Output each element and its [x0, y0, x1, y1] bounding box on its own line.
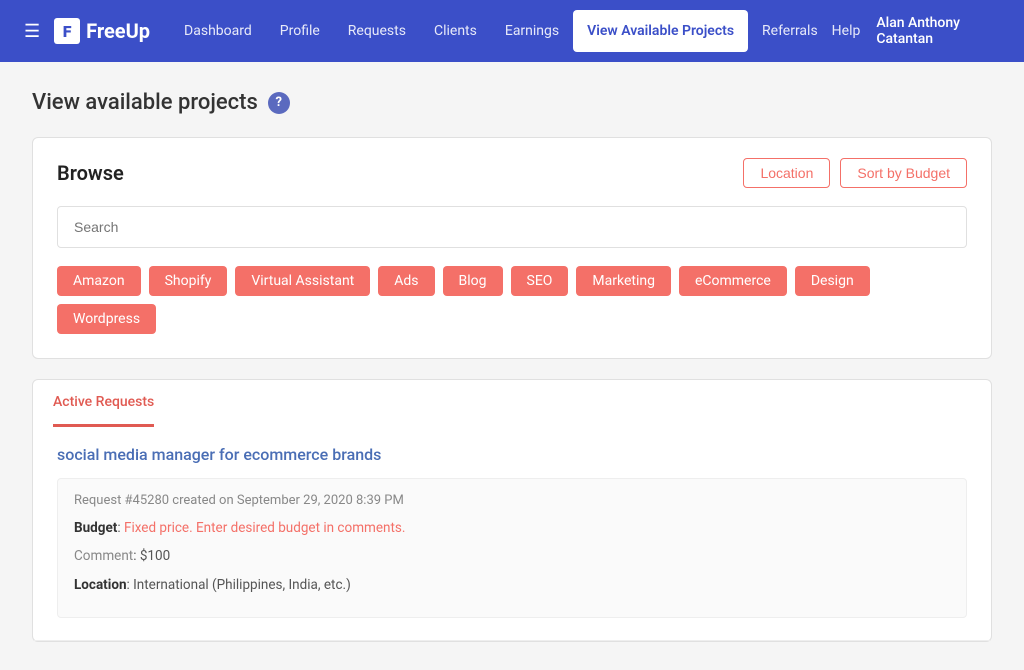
- user-name: Alan Anthony Catantan: [876, 15, 1000, 47]
- nav-link-earnings[interactable]: Earnings: [491, 0, 573, 62]
- browse-actions: Location Sort by Budget: [743, 158, 967, 188]
- project-meta: Request #45280 created on September 29, …: [74, 493, 950, 508]
- sort-by-budget-button[interactable]: Sort by Budget: [840, 158, 967, 188]
- tabs-bar: Active Requests: [32, 379, 992, 427]
- tag-blog[interactable]: Blog: [443, 266, 503, 296]
- budget-label: Budget: [74, 520, 117, 536]
- project-comment-row: Comment: $100: [74, 546, 950, 566]
- project-budget-row: Budget: Fixed price. Enter desired budge…: [74, 518, 950, 538]
- browse-title: Browse: [57, 161, 124, 185]
- nav-link-clients[interactable]: Clients: [420, 0, 491, 62]
- project-item: social media manager for ecommerce brand…: [33, 427, 991, 641]
- tag-ecommerce[interactable]: eCommerce: [679, 266, 787, 296]
- nav-link-referrals[interactable]: Referrals: [748, 0, 832, 62]
- comment-label: Comment: [74, 548, 133, 564]
- tag-seo[interactable]: SEO: [511, 266, 569, 296]
- nav-link-requests[interactable]: Requests: [334, 0, 420, 62]
- tag-design[interactable]: Design: [795, 266, 870, 296]
- browse-card: Browse Location Sort by Budget Amazon Sh…: [32, 137, 992, 359]
- hamburger-icon[interactable]: ☰: [24, 21, 40, 42]
- navbar: ☰ F FreeUp Dashboard Profile Requests Cl…: [0, 0, 1024, 62]
- project-details: Request #45280 created on September 29, …: [57, 478, 967, 618]
- tag-amazon[interactable]: Amazon: [57, 266, 141, 296]
- help-circle-icon[interactable]: ?: [268, 92, 290, 114]
- logo-text: FreeUp: [86, 19, 150, 43]
- logo: F FreeUp: [54, 18, 150, 44]
- location-button[interactable]: Location: [743, 158, 830, 188]
- tab-active-requests[interactable]: Active Requests: [53, 380, 154, 427]
- location-label: Location: [74, 577, 127, 593]
- budget-value: Fixed price. Enter desired budget in com…: [124, 520, 405, 536]
- nav-right: Help Alan Anthony Catantan: [832, 15, 1000, 47]
- comment-value: $100: [140, 548, 170, 564]
- location-value: International (Philippines, India, etc.): [133, 577, 351, 593]
- project-title[interactable]: social media manager for ecommerce brand…: [57, 445, 967, 464]
- search-input[interactable]: [57, 206, 967, 248]
- tag-virtual-assistant[interactable]: Virtual Assistant: [235, 266, 370, 296]
- tag-wordpress[interactable]: Wordpress: [57, 304, 156, 334]
- page-header: View available projects ?: [32, 90, 992, 115]
- page-title: View available projects: [32, 90, 258, 115]
- logo-f-icon: F: [54, 18, 80, 44]
- tag-marketing[interactable]: Marketing: [576, 266, 671, 296]
- tag-ads[interactable]: Ads: [378, 266, 434, 296]
- browse-header: Browse Location Sort by Budget: [57, 158, 967, 188]
- nav-link-view-available-projects[interactable]: View Available Projects: [573, 10, 748, 52]
- nav-link-profile[interactable]: Profile: [266, 0, 334, 62]
- tags-container: Amazon Shopify Virtual Assistant Ads Blo…: [57, 266, 967, 334]
- project-card: social media manager for ecommerce brand…: [32, 427, 992, 642]
- project-location-row: Location: International (Philippines, In…: [74, 575, 950, 595]
- page-content: View available projects ? Browse Locatio…: [0, 62, 1024, 670]
- nav-links: Dashboard Profile Requests Clients Earni…: [170, 0, 832, 62]
- tag-shopify[interactable]: Shopify: [149, 266, 228, 296]
- help-link[interactable]: Help: [832, 23, 861, 39]
- nav-link-dashboard[interactable]: Dashboard: [170, 0, 266, 62]
